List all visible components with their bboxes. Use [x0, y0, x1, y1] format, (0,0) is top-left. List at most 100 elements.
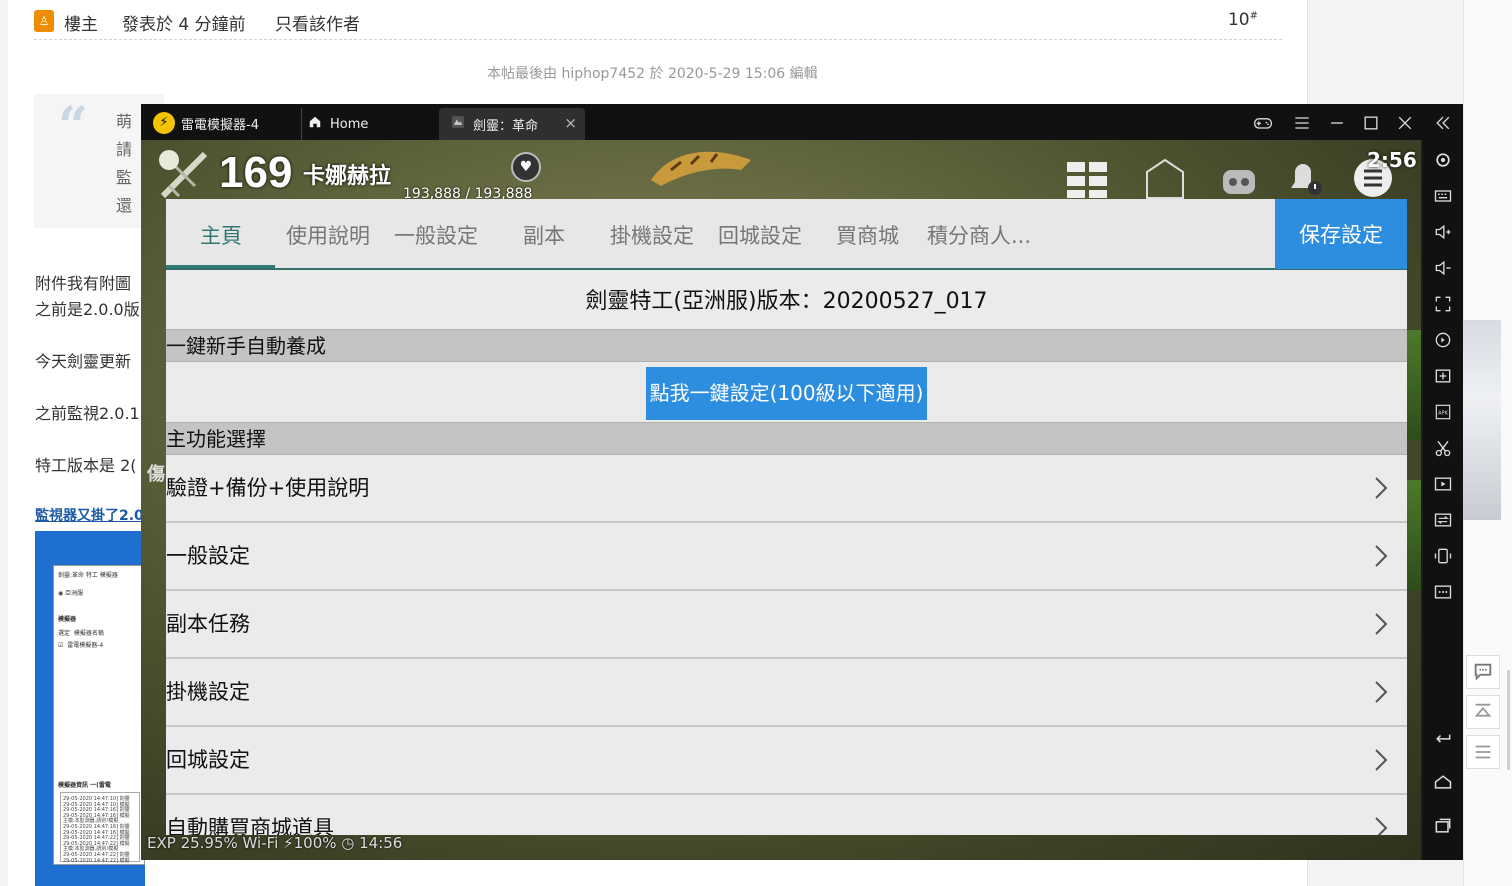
tab-home[interactable]: Home — [301, 108, 435, 140]
comment-button[interactable] — [1466, 655, 1500, 689]
volume-down-button[interactable] — [1431, 256, 1455, 280]
active-tab-indicator — [166, 265, 275, 268]
shake-icon — [1434, 548, 1452, 564]
video-icon — [1434, 477, 1452, 491]
emulator-window: ⚡ 雷電模擬器-4 Home 劍靈：革命 × 169 卡娜赫拉 193,888 … — [141, 104, 1463, 860]
tab-points-merchant[interactable]: 積分商人... — [927, 199, 1031, 270]
quote-line: 請 — [116, 140, 133, 159]
gamepad-button[interactable] — [1250, 110, 1276, 136]
back-to-top-icon — [1474, 703, 1492, 717]
tab-home-page[interactable]: 主頁 — [200, 199, 242, 270]
post-body-line: 之前監視2.0.1 — [35, 404, 140, 423]
right-deco — [1407, 480, 1421, 590]
maximize-button[interactable] — [1358, 110, 1384, 136]
menu-item-return[interactable]: 回城設定 — [166, 727, 1407, 795]
menu-item-general[interactable]: 一般設定 — [166, 523, 1407, 591]
grid-menu-icon[interactable] — [1065, 156, 1109, 200]
game-icon — [451, 115, 465, 133]
close-button[interactable] — [1392, 110, 1418, 136]
screenshot-button[interactable] — [1431, 436, 1455, 460]
quote-line: 萌 — [116, 112, 133, 131]
attachment-log-header: 模擬器資訊 一(雷電 — [58, 782, 111, 789]
damage-indicator: 傷 — [147, 464, 165, 485]
bottom-status: EXP 25.95% Wi-Fi ⚡100% ◷ 14:56 — [147, 834, 403, 852]
menu-item-label: 副本任務 — [166, 612, 250, 636]
robot-icon[interactable] — [1217, 156, 1261, 200]
tab-return-settings[interactable]: 回城設定 — [718, 199, 802, 270]
recent-apps-icon — [1435, 818, 1451, 833]
menu-item-label: 回城設定 — [166, 748, 250, 772]
shake-button[interactable] — [1431, 544, 1455, 568]
post-link[interactable]: 監視器又掛了2.0 — [35, 505, 144, 525]
game-clock: 2:56 — [1367, 148, 1417, 172]
attachment-log: 29-05-2020 14:47:10] 劍靈 29-05-2020 14:47:… — [60, 792, 140, 864]
sync-button[interactable] — [1431, 508, 1455, 532]
author-badge-icon: ♙ — [34, 10, 54, 32]
back-button[interactable] — [1431, 726, 1455, 750]
menu-button[interactable] — [1289, 110, 1315, 136]
gear-icon — [1436, 153, 1450, 167]
post-body-line: 今天劍靈更新 — [35, 352, 132, 371]
volume-up-button[interactable] — [1431, 220, 1455, 244]
attachment-row: ☑ 雷電模擬器-4 — [58, 642, 104, 649]
keyboard-button[interactable] — [1431, 184, 1455, 208]
tab-instructions[interactable]: 使用說明 — [286, 199, 370, 270]
tab-dungeon[interactable]: 副本 — [523, 199, 565, 270]
save-settings-button[interactable]: 保存設定 — [1275, 199, 1407, 269]
attachment-image[interactable]: 劍靈:革命 特工 模擬器 ◉ 亞洲服 模擬器 選定 模擬器名稱 ☑ 雷電模擬器-… — [35, 531, 145, 886]
close-icon — [1398, 116, 1412, 130]
list-icon — [1475, 745, 1491, 759]
fullscreen-button[interactable] — [1431, 292, 1455, 316]
apk-button[interactable]: APK — [1431, 400, 1455, 424]
emulator-logo-icon: ⚡ — [153, 112, 175, 134]
add-icon — [1435, 369, 1451, 383]
android-home-button[interactable] — [1431, 770, 1455, 794]
edit-note: 本帖最後由 hiphop7452 於 2020-5-29 15:06 編輯 — [487, 66, 818, 82]
close-tab-icon[interactable]: × — [564, 114, 577, 132]
menu-item-auto-buy[interactable]: 自動購買商城道具 — [166, 795, 1407, 835]
home-icon — [308, 115, 322, 133]
tab-mall[interactable]: 買商城 — [836, 199, 899, 270]
bell-icon[interactable] — [1281, 156, 1325, 200]
svg-text:APK: APK — [1438, 411, 1448, 417]
tab-game[interactable]: 劍靈：革命 × — [439, 108, 585, 140]
list-button[interactable] — [1466, 735, 1500, 769]
attachment-radio: ◉ 亞洲服 — [58, 590, 84, 597]
collapse-sidebar-button[interactable] — [1430, 110, 1456, 136]
more-icon — [1434, 585, 1452, 599]
settings-panel: 主頁 使用說明 一般設定 副本 掛機設定 回城設定 買商城 積分商人... 保存… — [166, 199, 1407, 835]
record-button[interactable] — [1431, 472, 1455, 496]
section-newbie: 一鍵新手自動養成 — [166, 329, 1407, 362]
section-main-functions: 主功能選擇 — [166, 422, 1407, 455]
view-author-only-link[interactable]: 只看該作者 — [275, 10, 360, 35]
add-button[interactable] — [1431, 364, 1455, 388]
menu-item-idle[interactable]: 掛機設定 — [166, 659, 1407, 727]
page-scrollbar[interactable] — [1507, 670, 1510, 770]
minimize-button[interactable] — [1324, 110, 1350, 136]
gamepad-icon — [1254, 118, 1272, 129]
back-to-top-button[interactable] — [1466, 695, 1500, 729]
heart-icon[interactable]: ♥ — [511, 152, 541, 182]
menu-item-verify[interactable]: 驗證+備份+使用說明 — [166, 455, 1407, 523]
back-arrow-icon — [1436, 734, 1451, 743]
panel-tab-bar: 主頁 使用說明 一般設定 副本 掛機設定 回城設定 買商城 積分商人... 保存… — [166, 199, 1407, 270]
rotate-button[interactable] — [1431, 328, 1455, 352]
tab-idle-settings[interactable]: 掛機設定 — [610, 199, 694, 270]
chevron-right-icon — [1375, 477, 1388, 499]
scissors-icon — [1435, 440, 1451, 457]
hamburger-icon — [1295, 117, 1309, 129]
quote-mark-icon: “ — [58, 96, 88, 157]
emulator-screen[interactable]: 169 卡娜赫拉 193,888 / 193,888 ♥ 2:56 傷 EXP … — [141, 140, 1421, 860]
menu-item-label: 自動購買商城道具 — [166, 816, 334, 835]
more-button[interactable] — [1431, 580, 1455, 604]
menu-item-dungeon[interactable]: 副本任務 — [166, 591, 1407, 659]
player-level: 169 — [219, 148, 293, 197]
one-key-setup-button[interactable]: 點我一鍵設定(100級以下適用) — [646, 367, 927, 420]
floor-number: 10# — [1227, 10, 1258, 30]
recent-apps-button[interactable] — [1431, 814, 1455, 838]
settings-button[interactable] — [1431, 148, 1455, 172]
keyboard-icon — [1434, 190, 1452, 202]
tab-general-settings[interactable]: 一般設定 — [394, 199, 478, 270]
minimize-icon — [1331, 122, 1343, 124]
shop-icon[interactable] — [1143, 156, 1187, 200]
